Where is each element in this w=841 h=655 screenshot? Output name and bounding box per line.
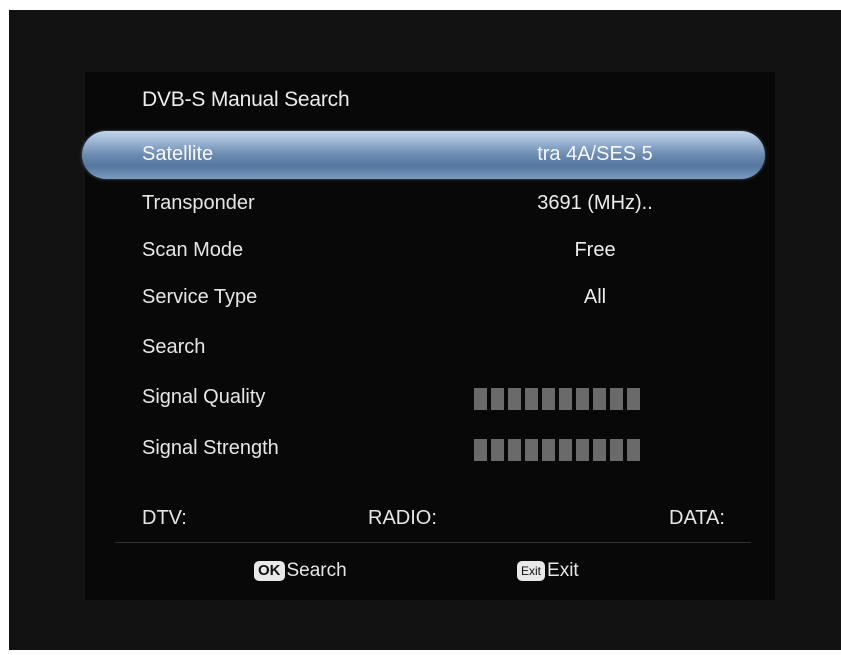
transponder-label: Transponder [142,192,255,214]
signal-strength-segment [542,439,555,461]
signal-quality-segment [491,388,504,410]
signal-quality-segment [474,388,487,410]
ok-search-hint[interactable]: OK Search [254,558,347,584]
signal-strength-segment [593,439,606,461]
menu-row-transponder[interactable]: Transponder 3691 (MHz).. [85,180,775,226]
search-label: Search [142,336,206,358]
satellite-label: Satellite [142,143,214,165]
signal-quality-segment [559,388,572,410]
exit-hint[interactable]: Exit Exit [517,558,579,584]
signal-strength-segment [627,439,640,461]
signal-quality-meter [474,388,640,410]
menu-row-service-type[interactable]: Service Type All [85,274,775,320]
transponder-value: 3691 (MHz).. [537,192,653,214]
signal-strength-segment [508,439,521,461]
signal-strength-meter [474,439,640,461]
exit-key-icon: Exit [517,561,546,581]
ok-hint-text: Search [286,560,347,581]
service-type-label: Service Type [142,286,258,308]
signal-quality-segment [610,388,623,410]
ok-key-icon: OK [254,561,285,581]
data-count-label: DATA: [669,507,725,529]
service-type-value: All [583,286,607,308]
footer-divider [115,542,751,543]
signal-quality-segment [525,388,538,410]
signal-strength-segment [474,439,487,461]
exit-hint-text: Exit [547,560,579,581]
scan-mode-value: Free [574,239,616,261]
signal-quality-label: Signal Quality [142,386,266,408]
menu-row-scan-mode[interactable]: Scan Mode Free [85,227,775,273]
menu-row-satellite[interactable]: Satellite tra 4A/SES 5 [82,131,765,179]
page-title: DVB-S Manual Search [142,88,350,111]
menu-row-search[interactable]: Search [85,324,775,370]
signal-strength-label: Signal Strength [142,437,279,459]
signal-quality-segment [508,388,521,410]
satellite-value: tra 4A/SES 5 [537,143,653,165]
menu-row-signal-quality: Signal Quality [85,374,775,420]
menu-row-signal-strength: Signal Strength [85,425,775,471]
signal-strength-segment [559,439,572,461]
channel-counts: DTV: RADIO: DATA: [85,498,775,538]
signal-strength-segment [525,439,538,461]
signal-strength-segment [610,439,623,461]
manual-search-panel: DVB-S Manual Search Satellite tra 4A/SES… [82,72,775,600]
signal-quality-segment [593,388,606,410]
signal-quality-segment [627,388,640,410]
scan-mode-label: Scan Mode [142,239,244,261]
signal-strength-segment [576,439,589,461]
signal-quality-segment [576,388,589,410]
radio-count-label: RADIO: [368,507,437,529]
tv-screen: DVB-S Manual Search Satellite tra 4A/SES… [9,10,841,650]
signal-quality-segment [542,388,555,410]
dtv-count-label: DTV: [142,507,187,529]
signal-strength-segment [491,439,504,461]
